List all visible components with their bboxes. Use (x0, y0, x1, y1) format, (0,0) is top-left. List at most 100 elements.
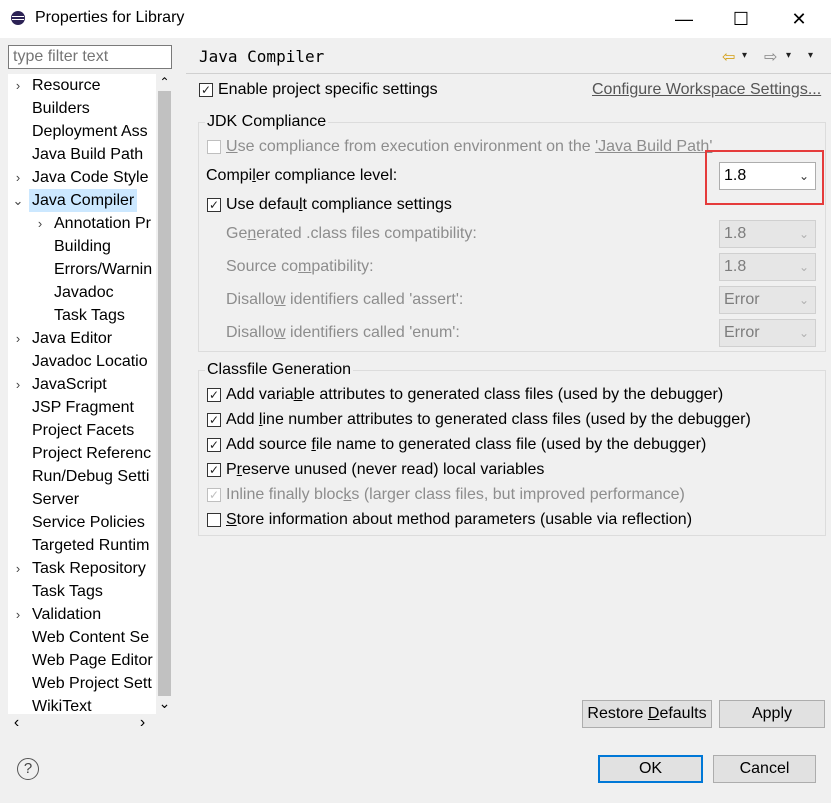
close-icon: ✕ (791, 8, 807, 29)
tree-item[interactable]: Java Code Style (32, 166, 149, 189)
ok-button[interactable]: OK (598, 755, 703, 783)
tree-item[interactable]: Targeted Runtim (32, 534, 149, 557)
tree-item[interactable]: Server (32, 488, 79, 511)
chevron-down-icon: ⌄ (798, 293, 809, 307)
tree-item[interactable]: Web Content Se (32, 626, 149, 649)
tree-item[interactable]: Web Page Editor (32, 649, 153, 672)
tree-item[interactable]: Java Build Path (32, 143, 143, 166)
generated-compat-select[interactable]: 1.8 ⌄ (719, 220, 816, 248)
use-default-compliance-label: Use default compliance settings (226, 196, 452, 213)
tree-item[interactable]: Javadoc (54, 281, 114, 304)
tree-item[interactable]: Task Tags (32, 580, 103, 603)
tree-expand-icon[interactable]: › (34, 212, 46, 235)
classfile-option-checkbox[interactable]: ✓ (207, 388, 221, 402)
tree-item[interactable]: WikiText (32, 695, 92, 714)
jdk-compliance-title: JDK Compliance (205, 113, 329, 131)
minimize-icon: — (675, 8, 693, 29)
scroll-up-icon[interactable]: ⌃ (156, 74, 173, 91)
tree-item[interactable]: Resource (32, 74, 100, 97)
scroll-down-icon[interactable]: ⌄ (156, 696, 173, 713)
source-compat-select[interactable]: 1.8 ⌄ (719, 253, 816, 281)
chevron-down-icon: ⌄ (798, 260, 809, 274)
filter-input[interactable] (8, 45, 172, 69)
minimize-button[interactable]: — (655, 0, 713, 38)
tree-item[interactable]: Task Repository (32, 557, 146, 580)
generated-compat-label: Generated .class files compatibility: (226, 225, 477, 242)
page-title: Java Compiler (199, 47, 325, 66)
disallow-enum-label: Disallow identifiers called 'enum': (226, 324, 460, 341)
maximize-button[interactable]: ☐ (712, 0, 770, 38)
help-icon[interactable]: ? (17, 758, 39, 780)
tree-item[interactable]: Building (54, 235, 111, 258)
compliance-level-label: Compiler compliance level: (206, 167, 398, 184)
use-execution-env-label: Use compliance from execution environmen… (226, 138, 713, 155)
tree-item[interactable]: Java Editor (32, 327, 112, 350)
classfile-option-checkbox[interactable]: ✓ (207, 438, 221, 452)
tree-item[interactable]: Deployment Ass (32, 120, 148, 143)
classfile-option-label: Add variable attributes to generated cla… (226, 386, 724, 403)
tree-item[interactable]: JavaScript (32, 373, 107, 396)
scroll-thumb[interactable] (158, 91, 171, 696)
tree-item[interactable]: Errors/Warnin (54, 258, 152, 281)
tree-item[interactable]: Task Tags (54, 304, 125, 327)
enable-project-specific-checkbox[interactable]: ✓ (199, 83, 213, 97)
classfile-option-label: Add source file name to generated class … (226, 436, 707, 453)
classfile-option-label: Inline finally blocks (larger class file… (226, 486, 685, 503)
forward-arrow-icon[interactable]: ⇨ (764, 47, 777, 67)
tree-expand-icon[interactable]: › (12, 327, 24, 350)
java-build-path-link[interactable]: 'Java Build Path' (595, 138, 712, 155)
enable-project-specific-label: Enable project specific settings (218, 81, 438, 98)
cancel-button[interactable]: Cancel (713, 755, 816, 783)
tree-expand-icon[interactable]: › (12, 373, 24, 396)
window-title: Properties for Library (35, 9, 185, 26)
preference-tree: › Resource Builders Deployment Ass Java Buil… (8, 74, 173, 714)
apply-button[interactable]: Apply (719, 700, 825, 728)
disallow-assert-select[interactable]: Error ⌄ (719, 286, 816, 314)
classfile-option-checkbox[interactable]: ✓ (207, 413, 221, 427)
tree-item[interactable]: Web Project Sett (32, 672, 152, 695)
classfile-generation-title: Classfile Generation (205, 361, 354, 379)
tree-horizontal-scrollbar[interactable]: ‹ › (8, 714, 173, 731)
tree-item[interactable]: Builders (32, 97, 90, 120)
restore-defaults-button[interactable]: Restore Defaults (582, 700, 712, 728)
disallow-enum-select[interactable]: Error ⌄ (719, 319, 816, 347)
classfile-option-label: Preserve unused (never read) local varia… (226, 461, 545, 478)
chevron-down-icon: ⌄ (798, 326, 809, 340)
panel-sash[interactable] (180, 74, 184, 729)
tree-item[interactable]: Service Policies (32, 511, 145, 534)
view-menu-icon[interactable]: ▾ (808, 50, 813, 61)
classfile-option-label: Store information about method parameter… (226, 511, 693, 528)
use-default-compliance-checkbox[interactable]: ✓ (207, 198, 221, 212)
eclipse-app-icon (11, 11, 25, 25)
tree-item[interactable]: Run/Debug Setti (32, 465, 149, 488)
chevron-down-icon: ⌄ (798, 227, 809, 241)
disallow-assert-label: Disallow identifiers called 'assert': (226, 291, 464, 308)
tree-vertical-scrollbar[interactable]: ⌃ ⌄ (156, 74, 173, 714)
classfile-option-checkbox[interactable] (207, 513, 221, 527)
tree-expand-icon[interactable]: › (12, 74, 24, 97)
tree-expand-icon[interactable]: › (12, 166, 24, 189)
tree-item[interactable]: Project Referenc (32, 442, 151, 465)
tree-item[interactable]: Project Facets (32, 419, 134, 442)
scroll-right-icon[interactable]: › (134, 714, 151, 731)
configure-workspace-link[interactable]: Configure Workspace Settings... (592, 81, 821, 99)
tree-item[interactable]: Java Compiler (29, 189, 138, 212)
scroll-left-icon[interactable]: ‹ (8, 714, 25, 731)
use-execution-env-checkbox[interactable] (207, 140, 221, 154)
back-menu-icon[interactable]: ▾ (742, 50, 747, 61)
classfile-option-checkbox[interactable]: ✓ (207, 463, 221, 477)
source-compat-label: Source compatibility: (226, 258, 374, 275)
header-separator (186, 73, 831, 74)
tree-item[interactable]: Validation (32, 603, 101, 626)
tree-item[interactable]: Annotation Pr (54, 212, 151, 235)
classfile-option-label: Add line number attributes to generated … (226, 411, 751, 428)
tree-expand-icon[interactable]: › (12, 603, 24, 626)
close-button[interactable]: ✕ (770, 0, 828, 38)
back-arrow-icon[interactable]: ⇦ (722, 47, 735, 67)
classfile-option-checkbox[interactable]: ✓ (207, 488, 221, 502)
tree-item[interactable]: Javadoc Locatio (32, 350, 148, 373)
tree-expand-icon[interactable]: › (12, 557, 24, 580)
tree-item[interactable]: JSP Fragment (32, 396, 134, 419)
forward-menu-icon[interactable]: ▾ (786, 50, 791, 61)
tree-collapse-icon[interactable]: ⌄ (12, 189, 24, 212)
